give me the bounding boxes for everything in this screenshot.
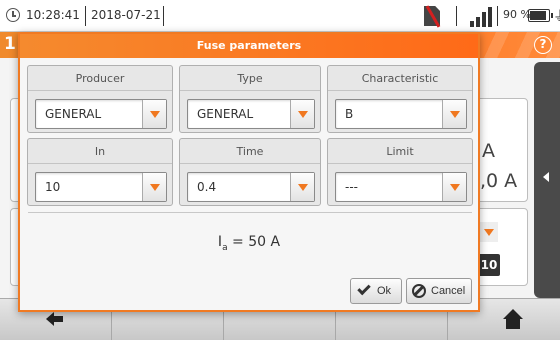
chevron-down-icon[interactable] [290, 173, 314, 201]
check-icon [357, 281, 371, 296]
status-bar: 10:28:41 2018-07-21 90 % ⏚ [0, 0, 560, 32]
chevron-down-icon[interactable] [142, 100, 166, 128]
characteristic-group: Characteristic B [327, 65, 473, 133]
ok-button[interactable]: Ok [350, 278, 402, 304]
type-group: Type GENERAL [179, 65, 321, 133]
limit-label: Limit [386, 145, 414, 158]
ok-label: Ok [377, 285, 392, 297]
fuse-result: Ia = 50 A [20, 234, 478, 253]
type-select[interactable]: GENERAL [187, 99, 315, 129]
plug-icon: ⏚ [553, 6, 560, 26]
background-dropdown-arrow-icon [480, 222, 498, 242]
clock-icon [6, 8, 20, 22]
status-divider [163, 6, 164, 26]
screen-number: 1 [4, 34, 16, 54]
background-value: A [482, 140, 495, 162]
dialog-divider [28, 212, 472, 213]
type-label: Type [237, 72, 263, 85]
back-arrow-icon [46, 312, 64, 326]
time-group: Time 0.4 [179, 138, 321, 206]
background-badge: 10 [478, 254, 500, 276]
chevron-down-icon[interactable] [442, 173, 466, 201]
type-value: GENERAL [197, 107, 254, 121]
status-time: 10:28:41 [26, 8, 80, 22]
time-value: 0.4 [197, 180, 217, 194]
cancel-icon [412, 284, 426, 298]
side-panel-toggle[interactable] [534, 62, 560, 298]
in-value: 10 [45, 180, 61, 194]
chevron-down-icon[interactable] [442, 100, 466, 128]
in-label: In [94, 145, 106, 158]
battery-percent: 90 % [503, 8, 531, 21]
status-divider [497, 6, 498, 26]
status-divider [456, 6, 457, 26]
producer-value: GENERAL [45, 107, 102, 121]
chevron-down-icon[interactable] [290, 100, 314, 128]
help-icon[interactable]: ? [534, 36, 552, 54]
home-icon [503, 309, 523, 331]
characteristic-select[interactable]: B [335, 99, 467, 129]
status-divider [85, 6, 86, 26]
producer-group: Producer GENERAL [27, 65, 173, 133]
fuse-parameters-dialog: Fuse parameters Producer GENERAL Type GE… [18, 32, 480, 312]
limit-select[interactable]: --- [335, 172, 467, 202]
result-value: = 50 A [227, 234, 281, 250]
chevron-down-icon[interactable] [142, 173, 166, 201]
signal-icon [470, 7, 494, 27]
limit-group: Limit --- [327, 138, 473, 206]
characteristic-value: B [345, 107, 354, 121]
cancel-label: Cancel [431, 285, 466, 297]
in-group: In 10 [27, 138, 173, 206]
producer-select[interactable]: GENERAL [35, 99, 167, 129]
in-select[interactable]: 10 [35, 172, 167, 202]
producer-label: Producer [75, 72, 125, 85]
background-value: ,0 A [480, 170, 518, 192]
limit-value: --- [345, 180, 358, 194]
time-label: Time [236, 145, 264, 158]
status-date: 2018-07-21 [91, 8, 161, 22]
battery-icon [528, 9, 553, 22]
characteristic-label: Characteristic [361, 72, 439, 85]
dialog-title: Fuse parameters [20, 34, 478, 58]
time-select[interactable]: 0.4 [187, 172, 315, 202]
cancel-button[interactable]: Cancel [406, 278, 472, 304]
